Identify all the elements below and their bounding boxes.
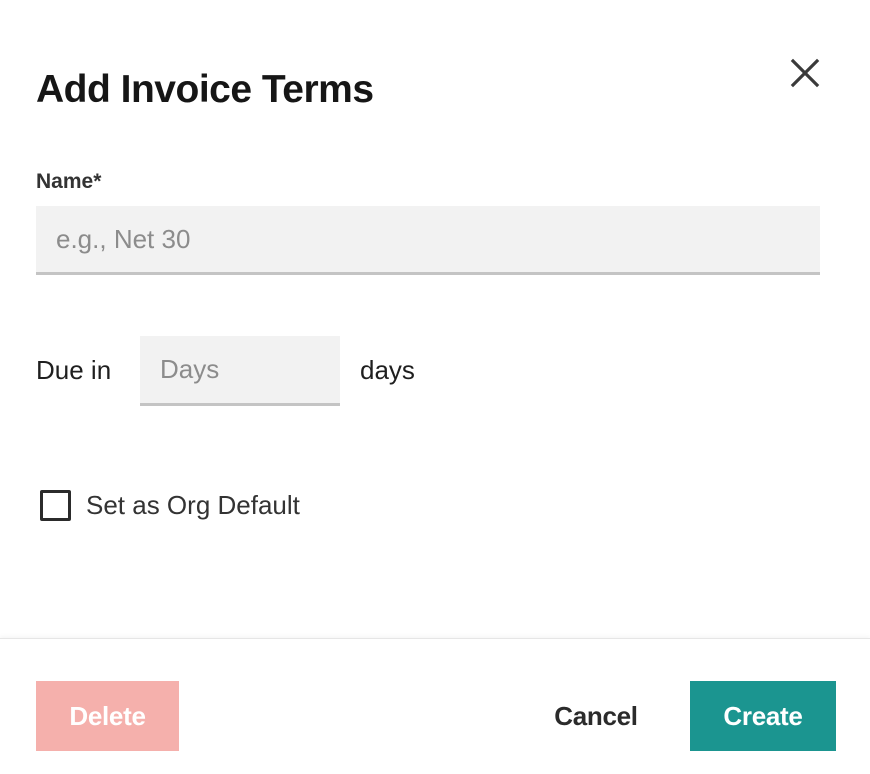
close-icon [790,58,820,88]
org-default-option[interactable]: Set as Org Default [40,490,300,521]
dialog-footer: Delete Cancel Create [0,638,870,774]
org-default-checkbox[interactable] [40,490,71,521]
days-suffix-label: days [360,355,415,385]
name-input[interactable] [36,206,820,275]
cancel-button[interactable]: Cancel [528,681,664,751]
days-input[interactable] [140,336,340,406]
delete-button[interactable]: Delete [36,681,179,751]
create-button[interactable]: Create [690,681,836,751]
org-default-label: Set as Org Default [86,490,300,520]
add-invoice-terms-dialog: Add Invoice Terms Name* Due in days Set … [0,0,870,774]
close-button[interactable] [782,50,828,96]
dialog-title: Add Invoice Terms [36,68,374,111]
name-label: Name* [36,170,102,193]
due-in-label: Due in [36,355,112,385]
